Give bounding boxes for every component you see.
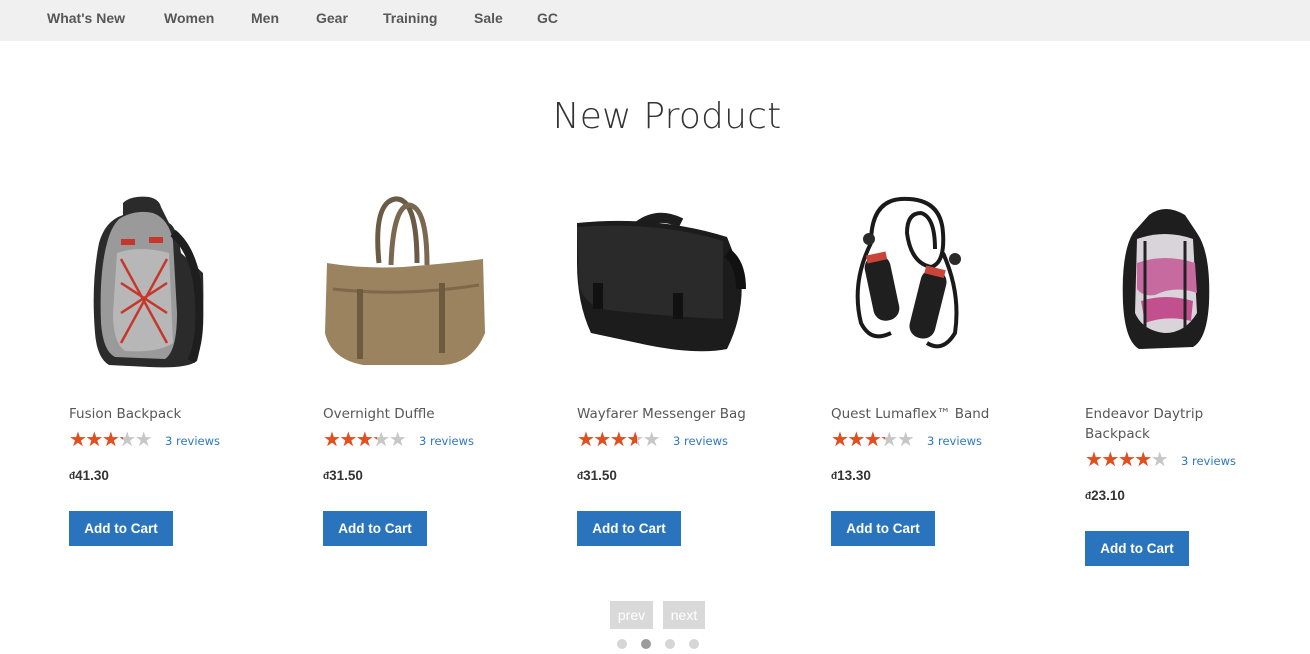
rating-stars: ★★★★★★★★★★ — [831, 429, 915, 451]
nav-item-whats-new[interactable]: What's New — [47, 10, 125, 26]
product-rating: ★★★★★★★★★★ 3 reviews — [323, 429, 474, 451]
nav-item-sale[interactable]: Sale — [474, 10, 503, 26]
product-image-wayfarer-messenger-bag[interactable] — [577, 193, 752, 373]
nav-item-gc[interactable]: GC — [537, 10, 558, 26]
carousel-dot[interactable] — [617, 639, 627, 649]
product-price: đ31.50 — [577, 468, 617, 483]
reviews-link[interactable]: 3 reviews — [1181, 454, 1236, 468]
product-card: Fusion Backpack ★★★★★★★★★★ 3 reviews đ41… — [69, 193, 244, 546]
product-card: Quest Lumaflex™ Band ★★★★★★★★★★ 3 review… — [831, 193, 1006, 546]
messenger-bag-image — [577, 212, 746, 352]
product-rating: ★★★★★★★★★★ 3 reviews — [69, 429, 220, 451]
product-rating: ★★★★★★★★★★ 3 reviews — [577, 429, 728, 451]
product-name[interactable]: Quest Lumaflex™ Band — [831, 404, 1006, 424]
product-image-overnight-duffle[interactable] — [323, 193, 498, 373]
nav-item-gear[interactable]: Gear — [316, 10, 348, 26]
rating-stars: ★★★★★★★★★★ — [577, 429, 661, 451]
product-price: đ23.10 — [1085, 488, 1125, 503]
product-name[interactable]: Endeavor Daytrip Backpack — [1085, 404, 1260, 444]
nav-item-men[interactable]: Men — [251, 10, 279, 26]
carousel-dot[interactable] — [641, 639, 651, 649]
jump-rope-image — [855, 196, 961, 349]
product-image-quest-lumaflex-band[interactable] — [831, 193, 1006, 373]
product-price: đ13.30 — [831, 468, 871, 483]
nav-item-training[interactable]: Training — [383, 10, 437, 26]
rating-stars: ★★★★★★★★★★ — [1085, 449, 1169, 471]
product-price: đ31.50 — [323, 468, 363, 483]
product-image-fusion-backpack[interactable] — [69, 193, 244, 373]
carousel-dot[interactable] — [665, 639, 675, 649]
rating-stars: ★★★★★★★★★★ — [69, 429, 153, 451]
backpack-image — [1122, 209, 1210, 349]
product-card: Endeavor Daytrip Backpack ★★★★★★★★★★ 3 r… — [1085, 193, 1260, 566]
prev-button[interactable]: prev — [610, 601, 653, 629]
product-name[interactable]: Overnight Duffle — [323, 404, 498, 424]
reviews-link[interactable]: 3 reviews — [673, 434, 728, 448]
backpack-image — [93, 196, 204, 368]
product-card: Wayfarer Messenger Bag ★★★★★★★★★★ 3 revi… — [577, 193, 752, 546]
duffle-bag-image — [325, 196, 485, 365]
product-image-endeavor-daytrip-backpack[interactable] — [1085, 193, 1260, 373]
add-to-cart-button[interactable]: Add to Cart — [69, 511, 173, 546]
add-to-cart-button[interactable]: Add to Cart — [831, 511, 935, 546]
nav-item-women[interactable]: Women — [164, 10, 214, 26]
reviews-link[interactable]: 3 reviews — [927, 434, 982, 448]
product-rating: ★★★★★★★★★★ 3 reviews — [831, 429, 982, 451]
reviews-link[interactable]: 3 reviews — [165, 434, 220, 448]
top-navigation: What's New Women Men Gear Training Sale … — [0, 0, 1310, 41]
add-to-cart-button[interactable]: Add to Cart — [577, 511, 681, 546]
section-title: New Product — [552, 96, 782, 137]
product-name[interactable]: Wayfarer Messenger Bag — [577, 404, 752, 424]
product-price: đ41.30 — [69, 468, 109, 483]
add-to-cart-button[interactable]: Add to Cart — [323, 511, 427, 546]
reviews-link[interactable]: 3 reviews — [419, 434, 474, 448]
add-to-cart-button[interactable]: Add to Cart — [1085, 531, 1189, 566]
product-name[interactable]: Fusion Backpack — [69, 404, 244, 424]
rating-stars: ★★★★★★★★★★ — [323, 429, 407, 451]
next-button[interactable]: next — [663, 601, 705, 629]
product-rating: ★★★★★★★★★★ 3 reviews — [1085, 449, 1236, 471]
product-card: Overnight Duffle ★★★★★★★★★★ 3 reviews đ3… — [323, 193, 498, 546]
carousel-dot[interactable] — [689, 639, 699, 649]
